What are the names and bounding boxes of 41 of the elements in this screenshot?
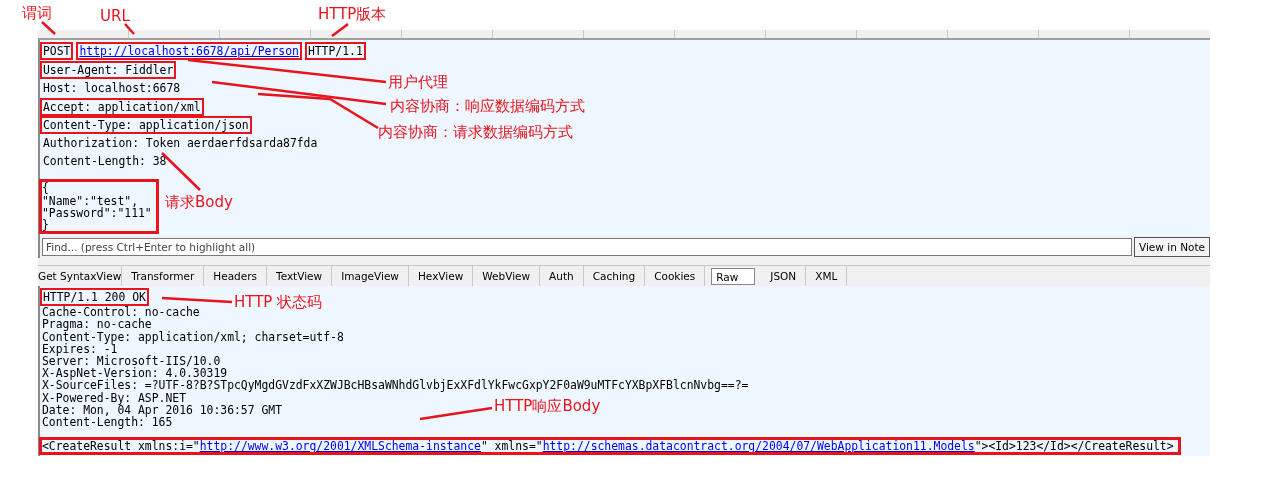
header-line: Content-Type: application/xml; charset=utf-8 xyxy=(42,330,344,343)
header-line: Expires: -1 xyxy=(42,342,118,355)
method-text: POST xyxy=(42,44,72,59)
leader-line xyxy=(124,23,135,35)
url-link[interactable]: http://localhost:6678/api/Person xyxy=(79,44,299,58)
header-line: Pragma: no-cache xyxy=(42,318,152,331)
annotation-label: 请求Body xyxy=(165,193,233,211)
status-line: HTTP/1.1 200 OK xyxy=(42,290,147,305)
header-line: X-Powered-By: ASP.NET xyxy=(42,391,186,404)
header-line: Date: Mon, 04 Apr 2016 10:36:57 GMT xyxy=(42,403,283,417)
header-line: Content-Length: 165 xyxy=(42,416,173,429)
annotation-label: 内容协商：请求数据编码方式 xyxy=(378,123,573,141)
request-body: { "Name":"test", "Password":"111" } xyxy=(42,182,156,232)
response-body: <CreateResult xmlns:i="http://www.w3.org/2001/XMLSchema-instance" xmlns="http://schemas.datacontract.org/2004/07/WebApplication11.Models"><Id>123</Id></CreateResult> xyxy=(42,440,1178,453)
header-line: User-Agent: Fiddler xyxy=(42,63,175,78)
schema-link[interactable]: http://www.w3.org/2001/XMLSchema-instance xyxy=(199,439,481,454)
header-line: Content-Length: 38 xyxy=(42,154,168,169)
annotation-label: 内容协商：响应数据编码方式 xyxy=(390,97,585,115)
annotation-label: HTTP版本 xyxy=(318,5,387,23)
view-in-notepad-button[interactable]: View in Note xyxy=(1133,237,1210,257)
header-line: Host: localhost:6678 xyxy=(42,81,182,96)
splitter-bar[interactable] xyxy=(38,258,1210,266)
tab[interactable]: Raw xyxy=(711,268,756,285)
annotation-label: HTTP 状态码 xyxy=(234,293,323,311)
leader-line xyxy=(161,296,233,304)
header-line: X-SourceFiles: =?UTF-8?B?STpcQyMgdGVzdFxXZWJBcHBsaWNhdGlvbjExXFdlYkFwcGxpY2F0aW9uMTFcYXBpXFBlcnNvbg==?= xyxy=(42,379,749,392)
header-line: Server: Microsoft-IIS/10.0 xyxy=(42,355,221,368)
annotation-label: HTTP响应Body xyxy=(494,397,601,415)
header-line: Content-Type: application/json xyxy=(42,117,250,132)
header-line: X-AspNet-Version: 4.0.30319 xyxy=(42,367,228,380)
leader-line xyxy=(41,21,56,35)
leader-line xyxy=(331,23,349,37)
schema-link[interactable]: http://schemas.datacontract.org/2004/07/WebApplication11.Models xyxy=(542,439,975,454)
header-line: Cache-Control: no-cache xyxy=(42,306,200,319)
annotation-label: 用户代理 xyxy=(388,73,448,91)
annotation-label: 谓词 xyxy=(22,4,52,22)
annotation-label: URL xyxy=(100,7,130,25)
header-line: Accept: application/xml xyxy=(42,99,202,114)
header-line: Authorization: Token aerdaerfdsarda87fda xyxy=(42,136,319,151)
version-text: HTTP/1.1 xyxy=(306,44,364,59)
find-field[interactable]: Find... (press Ctrl+Enter to highlight all) xyxy=(42,238,1132,256)
